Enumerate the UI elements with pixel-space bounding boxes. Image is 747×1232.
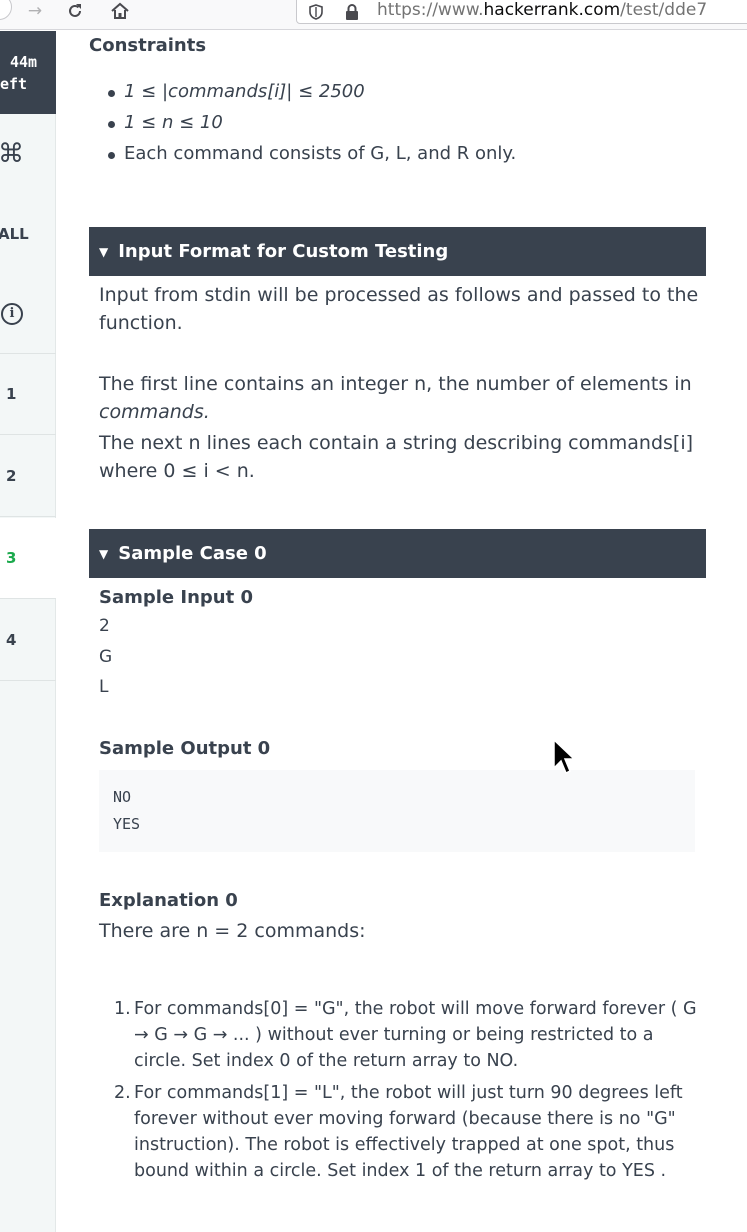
input-format-text: The next n lines each contain a string d…	[99, 432, 694, 454]
collapse-triangle-icon: ▼	[99, 546, 109, 561]
list-item: 2. For commands[1] = "L", the robot will…	[114, 1080, 697, 1184]
info-icon: i	[1, 302, 23, 325]
collapse-triangle-icon: ▼	[99, 244, 109, 259]
constraints-list: 1 ≤ |commands[i]| ≤ 2500 1 ≤ n ≤ 10 Each…	[104, 81, 516, 174]
timer-label: eft	[0, 75, 28, 93]
question-number: 4	[6, 631, 17, 649]
sidebar-item-all-label: ALL	[0, 225, 29, 243]
explanation-line: circle. Set index 0 of the return array …	[134, 1051, 519, 1071]
sidebar-item-info[interactable]: i	[0, 274, 56, 354]
sample-input-line: L	[99, 677, 109, 697]
address-bar[interactable]: https://www.hackerrank.com/test/dde7	[296, 0, 747, 24]
explanation-line: → G → G → ... ) without ever turning or …	[134, 1025, 654, 1045]
lock-icon[interactable]	[345, 4, 359, 20]
problem-statement: Constraints 1 ≤ |commands[i]| ≤ 2500 1 ≤…	[56, 31, 747, 1232]
sample-input-line: G	[99, 647, 113, 667]
sidebar-item-question-1[interactable]: 1	[0, 354, 56, 435]
sample-output-box: NO YES	[99, 770, 695, 852]
input-format-text: function.	[99, 312, 183, 334]
explanation-heading: Explanation 0	[99, 890, 238, 911]
url-domain: hackerrank.com	[483, 0, 621, 20]
constraint-text: 1 ≤ n ≤ 10	[124, 112, 223, 133]
back-button[interactable]	[0, 0, 12, 20]
url-text[interactable]: https://www.hackerrank.com/test/dde7	[377, 0, 707, 20]
sample-output-line: YES	[113, 815, 141, 833]
list-number: 1.	[114, 999, 131, 1019]
shield-icon[interactable]	[309, 4, 323, 20]
list-item: 1 ≤ |commands[i]| ≤ 2500	[104, 81, 516, 112]
input-format-text: commands.	[99, 401, 210, 423]
explanation-list: 1. For commands[0] = "G", the robot will…	[114, 996, 697, 1190]
sample-case-section-header[interactable]: ▼ Sample Case 0	[89, 529, 706, 578]
list-item: Each command consists of G, L, and R onl…	[104, 143, 516, 174]
input-format-section-header[interactable]: ▼ Input Format for Custom Testing	[89, 227, 706, 276]
explanation-line: bound within a circle. Set index 1 of th…	[134, 1161, 667, 1181]
reload-icon[interactable]	[64, 0, 86, 22]
question-sidebar: 44m eft ⌘ ALL i 1 2 3 4	[0, 31, 56, 1232]
home-icon[interactable]	[108, 0, 132, 22]
explanation-intro: There are n = 2 commands:	[99, 920, 366, 942]
sidebar-item-question-3[interactable]: 3	[0, 518, 56, 599]
forward-arrow-icon[interactable]: →	[24, 0, 46, 22]
sample-input-line: 2	[99, 616, 110, 636]
sample-input-heading: Sample Input 0	[99, 587, 254, 608]
constraints-heading: Constraints	[89, 35, 207, 56]
list-item: 1 ≤ n ≤ 10	[104, 112, 516, 143]
input-format-text: Input from stdin will be processed as fo…	[99, 284, 699, 306]
url-prefix: https://www.	[377, 0, 484, 20]
explanation-line: forever without ever moving forward (bec…	[134, 1109, 676, 1129]
sidebar-item-all[interactable]: ALL	[0, 194, 56, 274]
url-path: /test/dde7	[620, 0, 708, 20]
explanation-line: instruction). The robot is effectively t…	[134, 1135, 675, 1155]
explanation-line: For commands[1] = "L", the robot will ju…	[134, 1083, 683, 1103]
question-number: 2	[6, 467, 17, 485]
sidebar-item-question-4[interactable]: 4	[0, 600, 56, 681]
mouse-cursor-icon	[553, 738, 576, 775]
question-number-active: 3	[6, 549, 17, 567]
timer-minutes: 44m	[10, 53, 38, 71]
section-title: Input Format for Custom Testing	[118, 241, 449, 262]
list-item: 1. For commands[0] = "G", the robot will…	[114, 996, 697, 1074]
sample-output-heading: Sample Output 0	[99, 738, 271, 759]
constraint-text: Each command consists of G, L, and R onl…	[124, 143, 517, 164]
list-number: 2.	[114, 1083, 131, 1103]
section-title: Sample Case 0	[118, 543, 267, 564]
sample-output-line: NO	[113, 788, 132, 806]
command-icon[interactable]: ⌘	[0, 114, 56, 194]
input-format-text: The first line contains an integer n, th…	[99, 373, 692, 395]
sidebar-item-question-2[interactable]: 2	[0, 436, 56, 517]
constraint-text: 1 ≤ |commands[i]| ≤ 2500	[124, 81, 365, 102]
browser-toolbar: → https://www.hackerrank.com/test/dde7	[0, 0, 747, 30]
question-number: 1	[6, 385, 17, 403]
explanation-line: For commands[0] = "G", the robot will mo…	[134, 999, 697, 1019]
time-left-timer: 44m eft	[0, 31, 56, 114]
input-format-text: where 0 ≤ i < n.	[99, 460, 255, 482]
